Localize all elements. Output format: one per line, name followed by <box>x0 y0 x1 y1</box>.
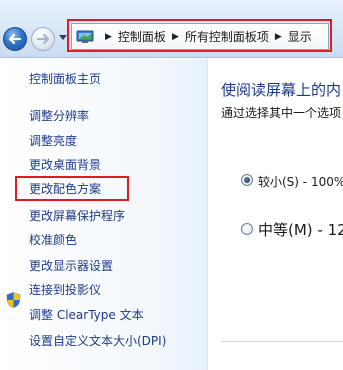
back-button[interactable] <box>3 27 27 51</box>
forward-button[interactable] <box>31 27 55 51</box>
breadcrumb-separator[interactable]: ▶ <box>105 32 112 42</box>
page-description: 通过选择其中一个选项，具。 <box>221 106 343 120</box>
breadcrumb-control-panel[interactable]: 控制面板 <box>118 28 166 45</box>
task-pane: 控制面板主页 调整分辨率 调整亮度 更改桌面背景 更改配色方案 更改屏幕保护程序… <box>0 59 208 370</box>
control-panel-icon <box>76 30 94 43</box>
breadcrumb-display[interactable]: 显示 <box>288 28 312 45</box>
breadcrumb-separator[interactable]: ▶ <box>275 32 282 42</box>
address-bar[interactable]: ▶ 控制面板 ▶ 所有控制面板项 ▶ 显示 <box>71 23 329 50</box>
size-small-label[interactable]: 较小(S) - 100% ( <box>258 173 343 190</box>
sidebar-item-custom-text-size[interactable]: 设置自定义文本大小(DPI) <box>29 334 166 348</box>
sidebar-item-change-color-scheme[interactable]: 更改配色方案 <box>29 182 101 196</box>
navigation-bar: ▶ 控制面板 ▶ 所有控制面板项 ▶ 显示 <box>0 0 343 58</box>
sidebar-item-control-panel-home[interactable]: 控制面板主页 <box>29 72 101 86</box>
sidebar-item-calibrate-color[interactable]: 校准颜色 <box>29 233 77 247</box>
breadcrumb-separator[interactable]: ▶ <box>172 32 179 42</box>
sidebar-item-adjust-brightness[interactable]: 调整亮度 <box>29 134 77 148</box>
divider <box>221 341 343 342</box>
page-title: 使阅读屏幕上的内 <box>221 81 342 99</box>
sidebar-item-adjust-resolution[interactable]: 调整分辨率 <box>29 109 89 123</box>
shield-icon <box>6 292 21 308</box>
back-arrow-icon <box>8 33 22 45</box>
main-content: 使阅读屏幕上的内 通过选择其中一个选项，具。 较小(S) - 100% ( 中等… <box>209 59 343 370</box>
sidebar-item-change-screen-saver[interactable]: 更改屏幕保护程序 <box>29 209 125 223</box>
sidebar-item-adjust-cleartype[interactable]: 调整 ClearType 文本 <box>29 308 144 322</box>
forward-arrow-icon <box>36 33 50 45</box>
sidebar-item-change-desktop-background[interactable]: 更改桌面背景 <box>29 158 101 172</box>
sidebar-item-connect-projector[interactable]: 连接到投影仪 <box>29 283 101 297</box>
size-medium-label[interactable]: 中等(M) - 125 <box>258 219 343 240</box>
size-medium-radio[interactable] <box>241 223 253 235</box>
breadcrumb-all-items[interactable]: 所有控制面板项 <box>185 28 269 45</box>
size-small-radio[interactable] <box>241 174 253 186</box>
sidebar-item-change-display-settings[interactable]: 更改显示器设置 <box>29 259 113 273</box>
recent-pages-dropdown-icon[interactable] <box>59 35 67 41</box>
